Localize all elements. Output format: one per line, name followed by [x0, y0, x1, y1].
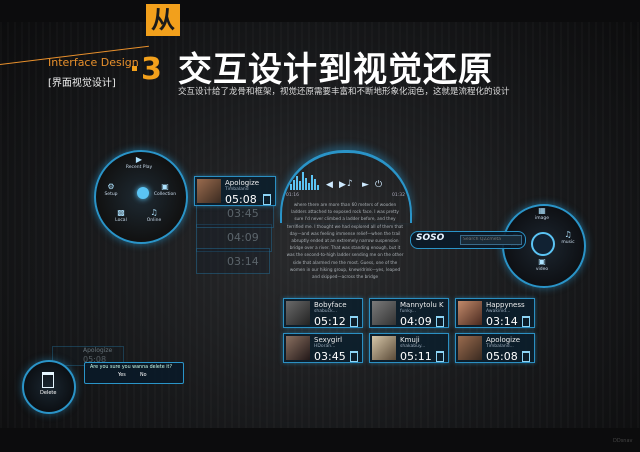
- track-time: 05:12: [314, 315, 346, 328]
- soso-logo: SOSO: [416, 233, 445, 243]
- track-time: 03:45: [314, 350, 346, 363]
- menu-item-label: video: [535, 267, 549, 272]
- play-icon[interactable]: ▶: [339, 180, 346, 190]
- track-artist: Awakinid...: [486, 309, 511, 314]
- interface-design-title: Interface Design: [48, 56, 139, 69]
- delete-label: Delete: [40, 390, 57, 396]
- confirm-question: Are you sure you wanna delete it?: [90, 365, 172, 370]
- next-icon[interactable]: ►: [362, 180, 369, 190]
- track-artist: Timbaland: [225, 187, 249, 192]
- track-card[interactable]: Apologize Timbaland... 05:08: [455, 333, 535, 363]
- track-time: 03:14: [227, 255, 259, 268]
- track-card[interactable]: Happyness Awakinid... 03:14: [455, 298, 535, 328]
- track-time: 05:08: [486, 350, 518, 363]
- section-char: 从: [146, 4, 180, 36]
- track-name: Apologize: [225, 179, 260, 187]
- power-icon[interactable]: ⏻: [375, 180, 382, 190]
- menu-item-label: image: [534, 216, 550, 221]
- menu-item-collection[interactable]: ▣ Collection: [150, 182, 180, 198]
- menu-item-video[interactable]: ▣ video: [532, 257, 552, 273]
- menu-item-image[interactable]: ▦ image: [532, 206, 552, 222]
- menu-center-button[interactable]: [137, 187, 149, 199]
- album-art: [286, 301, 310, 325]
- track-time: 03:14: [486, 315, 518, 328]
- music-note-icon: ♫: [150, 208, 158, 217]
- track-name: Bobyface: [314, 301, 347, 309]
- track-card[interactable]: Kmuji shakabuy... 05:11: [369, 333, 449, 363]
- ghost-track-card: 03:14: [196, 248, 270, 274]
- album-art: [197, 179, 221, 203]
- total-time: 01:32: [392, 193, 405, 198]
- search-input[interactable]: [460, 235, 522, 245]
- video-icon: ▣: [538, 257, 546, 266]
- confirm-yes-button[interactable]: Yes: [118, 373, 126, 378]
- menu-item-label: Collection: [153, 192, 177, 197]
- search-go-button[interactable]: [531, 232, 555, 256]
- trash-icon[interactable]: [522, 351, 530, 362]
- interface-design-subtitle: [界面视觉设计]: [48, 78, 116, 89]
- menu-item-music[interactable]: ♫ music: [558, 230, 578, 246]
- play-icon: ▶: [135, 155, 143, 164]
- track-artist: HDoran...: [314, 344, 336, 349]
- track-time: 04:09: [400, 315, 432, 328]
- trash-icon: [42, 372, 54, 388]
- track-name: Happyness: [486, 301, 525, 309]
- lyrics-text: where there are more than 60 meters of w…: [286, 202, 404, 280]
- album-art: [458, 301, 482, 325]
- page: { "header": { "cong_char": "从", "interfa…: [0, 0, 640, 452]
- folder-icon: ▣: [161, 182, 169, 191]
- image-icon: ▦: [538, 206, 546, 215]
- trash-icon[interactable]: [350, 316, 358, 327]
- device-icon: ▩: [117, 208, 125, 217]
- elapsed-time: 01:16: [286, 193, 299, 198]
- music-note-icon: ♫: [564, 230, 572, 239]
- menu-item-label: Online: [146, 218, 162, 223]
- track-name: Mannytolu K: [400, 301, 444, 309]
- main-title: 交互设计到视觉还原: [178, 50, 493, 90]
- album-art: [372, 336, 396, 360]
- current-track-card[interactable]: Apologize Timbaland 05:08: [194, 176, 276, 206]
- track-time: 05:11: [400, 350, 432, 363]
- bottom-bar: [0, 428, 640, 452]
- track-name: Apologize: [83, 347, 113, 354]
- track-name: Kmuji: [400, 336, 420, 344]
- menu-item-online[interactable]: ♫ Online: [139, 208, 169, 224]
- menu-item-label: Local: [115, 218, 127, 223]
- number-dot: [132, 66, 137, 71]
- track-name: Sexygirl: [314, 336, 343, 344]
- album-art: [286, 336, 310, 360]
- menu-item-setup[interactable]: ⚙ Setup: [96, 182, 126, 198]
- menu-item-local[interactable]: ▩ Local: [106, 208, 136, 224]
- top-bar: [0, 0, 640, 22]
- album-art: [458, 336, 482, 360]
- prev-icon[interactable]: ◀: [326, 180, 333, 190]
- track-card[interactable]: Sexygirl HDoran... 03:45: [283, 333, 363, 363]
- confirm-no-button[interactable]: No: [140, 373, 147, 378]
- section-number: 3: [141, 52, 162, 87]
- track-artist: shabuck...: [314, 309, 338, 314]
- menu-item-label: Setup: [104, 192, 118, 197]
- track-artist: funky...: [400, 309, 417, 314]
- album-art: [372, 301, 396, 325]
- track-name: Apologize: [486, 336, 521, 344]
- track-artist: shakabuy...: [400, 344, 426, 349]
- volume-icon[interactable]: ♪: [347, 179, 353, 189]
- menu-item-recent-play[interactable]: ▶ Recent Play: [124, 155, 154, 171]
- trash-icon[interactable]: [350, 351, 358, 362]
- watermark: DDsnav: [613, 438, 633, 444]
- menu-item-label: Recent Play: [125, 165, 153, 170]
- trash-icon[interactable]: [436, 351, 444, 362]
- trash-icon[interactable]: [263, 194, 271, 205]
- track-time: 03:45: [227, 207, 259, 220]
- menu-item-label: music: [561, 240, 575, 245]
- track-time: 04:09: [227, 231, 259, 244]
- track-artist: Timbaland...: [486, 344, 514, 349]
- trash-icon[interactable]: [522, 316, 530, 327]
- main-description: 交互设计给了龙骨和框架，视觉还原需要丰富和不断地形象化润色，这就是流程化的设计: [178, 87, 510, 97]
- track-time: 05:08: [225, 193, 257, 206]
- track-card[interactable]: Bobyface shabuck... 05:12: [283, 298, 363, 328]
- track-card[interactable]: Mannytolu K funky... 04:09: [369, 298, 449, 328]
- trash-icon[interactable]: [436, 316, 444, 327]
- gear-icon: ⚙: [107, 182, 115, 191]
